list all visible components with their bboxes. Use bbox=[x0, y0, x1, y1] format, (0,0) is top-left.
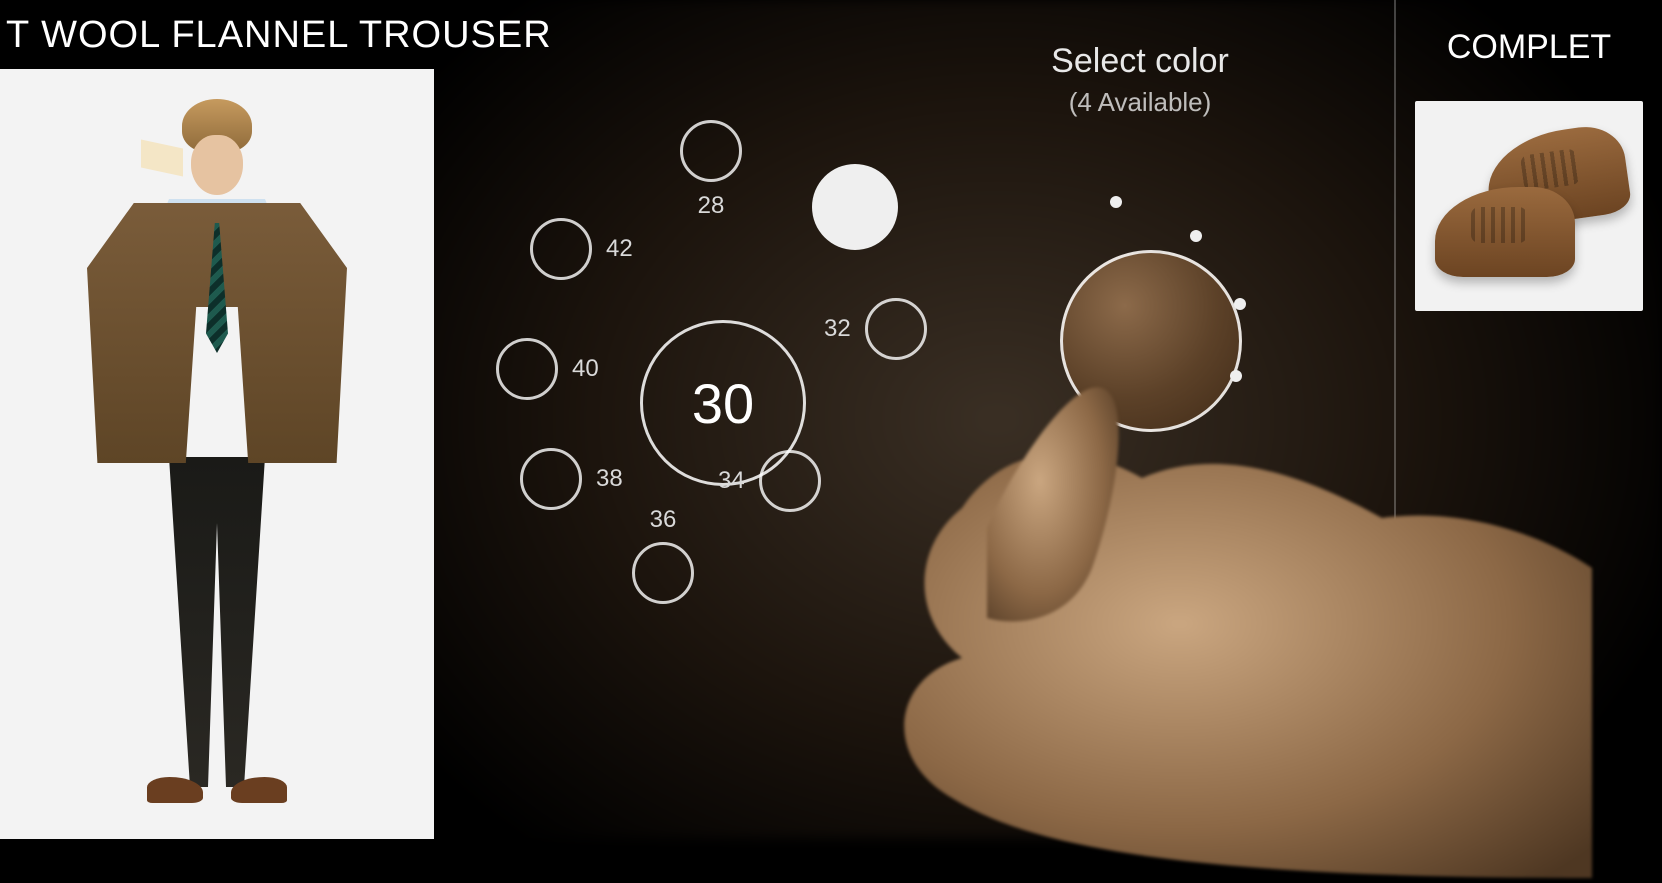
size-option-28[interactable]: 28 bbox=[680, 120, 742, 220]
recommendation-thumb-shoes[interactable] bbox=[1415, 101, 1643, 311]
color-selector bbox=[990, 180, 1290, 480]
complete-look-panel: COMPLET bbox=[1394, 0, 1662, 838]
circle-icon bbox=[632, 542, 694, 604]
model-illustration bbox=[87, 69, 347, 808]
size-selector: 30 28 32 34 36 38 40 42 bbox=[480, 90, 940, 590]
color-availability: (4 Available) bbox=[1000, 87, 1280, 118]
size-selected-value: 30 bbox=[692, 371, 754, 436]
size-label: 38 bbox=[596, 465, 623, 493]
color-heading: Select color bbox=[1000, 42, 1280, 81]
circle-icon bbox=[520, 448, 582, 510]
circle-icon bbox=[680, 120, 742, 182]
size-option-40[interactable]: 40 bbox=[496, 338, 599, 400]
product-title: T WOOL FLANNEL TROUSER bbox=[0, 0, 454, 69]
size-label: 32 bbox=[824, 315, 851, 343]
color-swatch-selected[interactable] bbox=[1060, 250, 1242, 432]
color-indicator-dot bbox=[1234, 298, 1246, 310]
circle-icon bbox=[865, 298, 927, 360]
size-option-34[interactable]: 34 bbox=[718, 450, 821, 512]
color-indicator-dot bbox=[1230, 370, 1242, 382]
product-panel: T WOOL FLANNEL TROUSER bbox=[0, 0, 454, 839]
color-indicator-dot bbox=[1190, 230, 1202, 242]
product-image[interactable] bbox=[0, 69, 434, 839]
size-option-32[interactable]: 32 bbox=[824, 298, 927, 360]
color-panel-heading: Select color (4 Available) bbox=[1000, 42, 1280, 118]
color-indicator-dot bbox=[1110, 196, 1122, 208]
size-option-36[interactable]: 36 bbox=[632, 506, 694, 604]
size-label: 36 bbox=[650, 506, 677, 534]
circle-icon bbox=[530, 218, 592, 280]
shoes-illustration bbox=[1435, 121, 1623, 291]
size-label: 40 bbox=[572, 355, 599, 383]
color-swatch-white[interactable] bbox=[812, 164, 898, 250]
size-option-38[interactable]: 38 bbox=[520, 448, 623, 510]
complete-look-heading: COMPLET bbox=[1396, 28, 1662, 67]
size-label: 28 bbox=[698, 192, 725, 220]
size-label: 42 bbox=[606, 235, 633, 263]
circle-icon bbox=[496, 338, 558, 400]
circle-icon bbox=[759, 450, 821, 512]
size-option-42[interactable]: 42 bbox=[530, 218, 633, 280]
size-label: 34 bbox=[718, 467, 745, 495]
